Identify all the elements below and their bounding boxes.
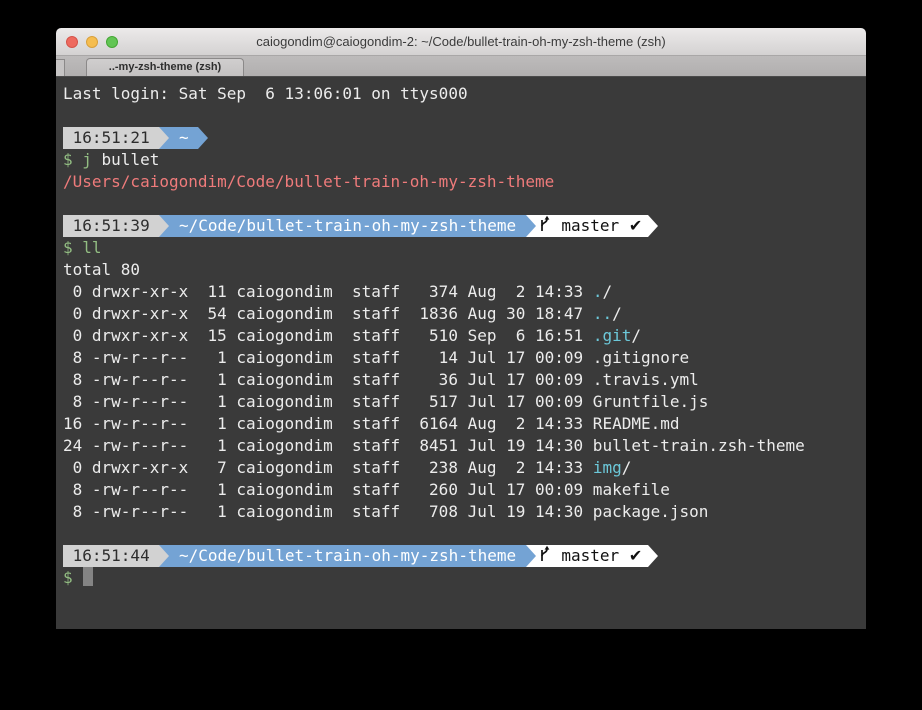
terminal-line: 16 -rw-r--r-- 1 caiogondim staff 6164 Au… — [63, 413, 866, 435]
git-branch-icon — [538, 215, 551, 238]
text-segment: .. — [593, 303, 612, 325]
text-segment: 8 -rw-r--r-- 1 caiogondim staff 14 Jul 1… — [63, 347, 689, 369]
text-segment: 0 drwxr-xr-x 54 caiogondim staff 1836 Au… — [63, 303, 593, 325]
prompt-line: 16:51:39 ~/Code/bullet-train-oh-my-zsh-t… — [63, 215, 866, 237]
prompt-time-segment: 16:51:21 — [63, 127, 159, 149]
git-branch-label: master — [552, 215, 629, 237]
terminal-line: 8 -rw-r--r-- 1 caiogondim staff 517 Jul … — [63, 391, 866, 413]
close-button[interactable] — [66, 36, 78, 48]
text-segment: bullet — [92, 149, 159, 171]
terminal-line: 24 -rw-r--r-- 1 caiogondim staff 8451 Ju… — [63, 435, 866, 457]
title-bar[interactable]: caiogondim@caiogondim-2: ~/Code/bullet-t… — [56, 28, 866, 56]
terminal-line: 8 -rw-r--r-- 1 caiogondim staff 36 Jul 1… — [63, 369, 866, 391]
minimize-button[interactable] — [86, 36, 98, 48]
git-branch-icon — [538, 545, 551, 568]
text-segment: 0 drwxr-xr-x 11 caiogondim staff 374 Aug… — [63, 281, 593, 303]
traffic-lights — [66, 36, 118, 48]
terminal-output[interactable]: Last login: Sat Sep 6 13:06:01 on ttys00… — [56, 77, 866, 629]
text-segment: 8 -rw-r--r-- 1 caiogondim staff 708 Jul … — [63, 501, 708, 523]
powerline-arrow — [198, 127, 208, 149]
terminal-line: $ j bullet — [63, 149, 866, 171]
text-segment: 0 drwxr-xr-x 7 caiogondim staff 238 Aug … — [63, 457, 593, 479]
terminal-line — [63, 193, 866, 215]
zoom-button[interactable] — [106, 36, 118, 48]
prompt-path-segment: ~ — [169, 127, 198, 149]
powerline-arrow — [159, 215, 169, 237]
terminal-line: /Users/caiogondim/Code/bullet-train-oh-m… — [63, 171, 866, 193]
text-segment: . — [593, 281, 603, 303]
terminal-line: total 80 — [63, 259, 866, 281]
window-title: caiogondim@caiogondim-2: ~/Code/bullet-t… — [56, 28, 866, 55]
check-icon: ✔ — [629, 215, 648, 237]
powerline-arrow — [526, 215, 536, 237]
cursor-block — [83, 567, 93, 586]
terminal-line: Last login: Sat Sep 6 13:06:01 on ttys00… — [63, 83, 866, 105]
terminal-line: 8 -rw-r--r-- 1 caiogondim staff 708 Jul … — [63, 501, 866, 523]
text-segment: total 80 — [63, 259, 140, 281]
check-icon: ✔ — [629, 545, 648, 567]
prompt-time-segment: 16:51:39 — [63, 215, 159, 237]
text-segment: Last login: Sat Sep 6 13:06:01 on ttys00… — [63, 83, 468, 105]
terminal-line — [63, 105, 866, 127]
text-segment: 8 -rw-r--r-- 1 caiogondim staff 260 Jul … — [63, 479, 670, 501]
text-segment: .git — [593, 325, 632, 347]
text-segment: $ — [63, 567, 82, 589]
terminal-line: 0 drwxr-xr-x 15 caiogondim staff 510 Sep… — [63, 325, 866, 347]
prompt-line: 16:51:44 ~/Code/bullet-train-oh-my-zsh-t… — [63, 545, 866, 567]
powerline-arrow — [159, 127, 169, 149]
powerline-arrow — [526, 545, 536, 567]
terminal-line: 8 -rw-r--r-- 1 caiogondim staff 14 Jul 1… — [63, 347, 866, 369]
terminal-line: $ — [63, 567, 866, 589]
text-segment: $ ll — [63, 237, 102, 259]
terminal-line: 0 drwxr-xr-x 11 caiogondim staff 374 Aug… — [63, 281, 866, 303]
prompt-path-segment: ~/Code/bullet-train-oh-my-zsh-theme — [169, 215, 525, 237]
powerline-arrow — [648, 215, 658, 237]
tab-bar-stub — [56, 59, 65, 76]
prompt-path-segment: ~/Code/bullet-train-oh-my-zsh-theme — [169, 545, 525, 567]
terminal-line: $ ll — [63, 237, 866, 259]
text-segment: / — [612, 303, 622, 325]
text-segment: 0 drwxr-xr-x 15 caiogondim staff 510 Sep… — [63, 325, 593, 347]
text-segment: / — [602, 281, 612, 303]
text-segment: img — [593, 457, 622, 479]
tab-shell[interactable]: ..-my-zsh-theme (zsh) — [86, 58, 244, 76]
terminal-line: 0 drwxr-xr-x 54 caiogondim staff 1836 Au… — [63, 303, 866, 325]
git-status-segment: master ✔ — [536, 215, 648, 237]
text-segment: $ j — [63, 149, 92, 171]
text-segment: 24 -rw-r--r-- 1 caiogondim staff 8451 Ju… — [63, 435, 805, 457]
terminal-line: 8 -rw-r--r-- 1 caiogondim staff 260 Jul … — [63, 479, 866, 501]
terminal-window: caiogondim@caiogondim-2: ~/Code/bullet-t… — [56, 28, 866, 629]
text-segment: 8 -rw-r--r-- 1 caiogondim staff 36 Jul 1… — [63, 369, 699, 391]
text-segment: /Users/caiogondim/Code/bullet-train-oh-m… — [63, 171, 554, 193]
powerline-arrow — [159, 545, 169, 567]
text-segment: / — [622, 457, 632, 479]
text-segment: 8 -rw-r--r-- 1 caiogondim staff 517 Jul … — [63, 391, 708, 413]
prompt-line: 16:51:21 ~ — [63, 127, 866, 149]
terminal-line: 0 drwxr-xr-x 7 caiogondim staff 238 Aug … — [63, 457, 866, 479]
tab-bar: ..-my-zsh-theme (zsh) — [56, 56, 866, 77]
text-segment: 16 -rw-r--r-- 1 caiogondim staff 6164 Au… — [63, 413, 680, 435]
text-segment: / — [631, 325, 641, 347]
powerline-arrow — [648, 545, 658, 567]
git-status-segment: master ✔ — [536, 545, 648, 567]
git-branch-label: master — [552, 545, 629, 567]
prompt-time-segment: 16:51:44 — [63, 545, 159, 567]
terminal-line — [63, 523, 866, 545]
